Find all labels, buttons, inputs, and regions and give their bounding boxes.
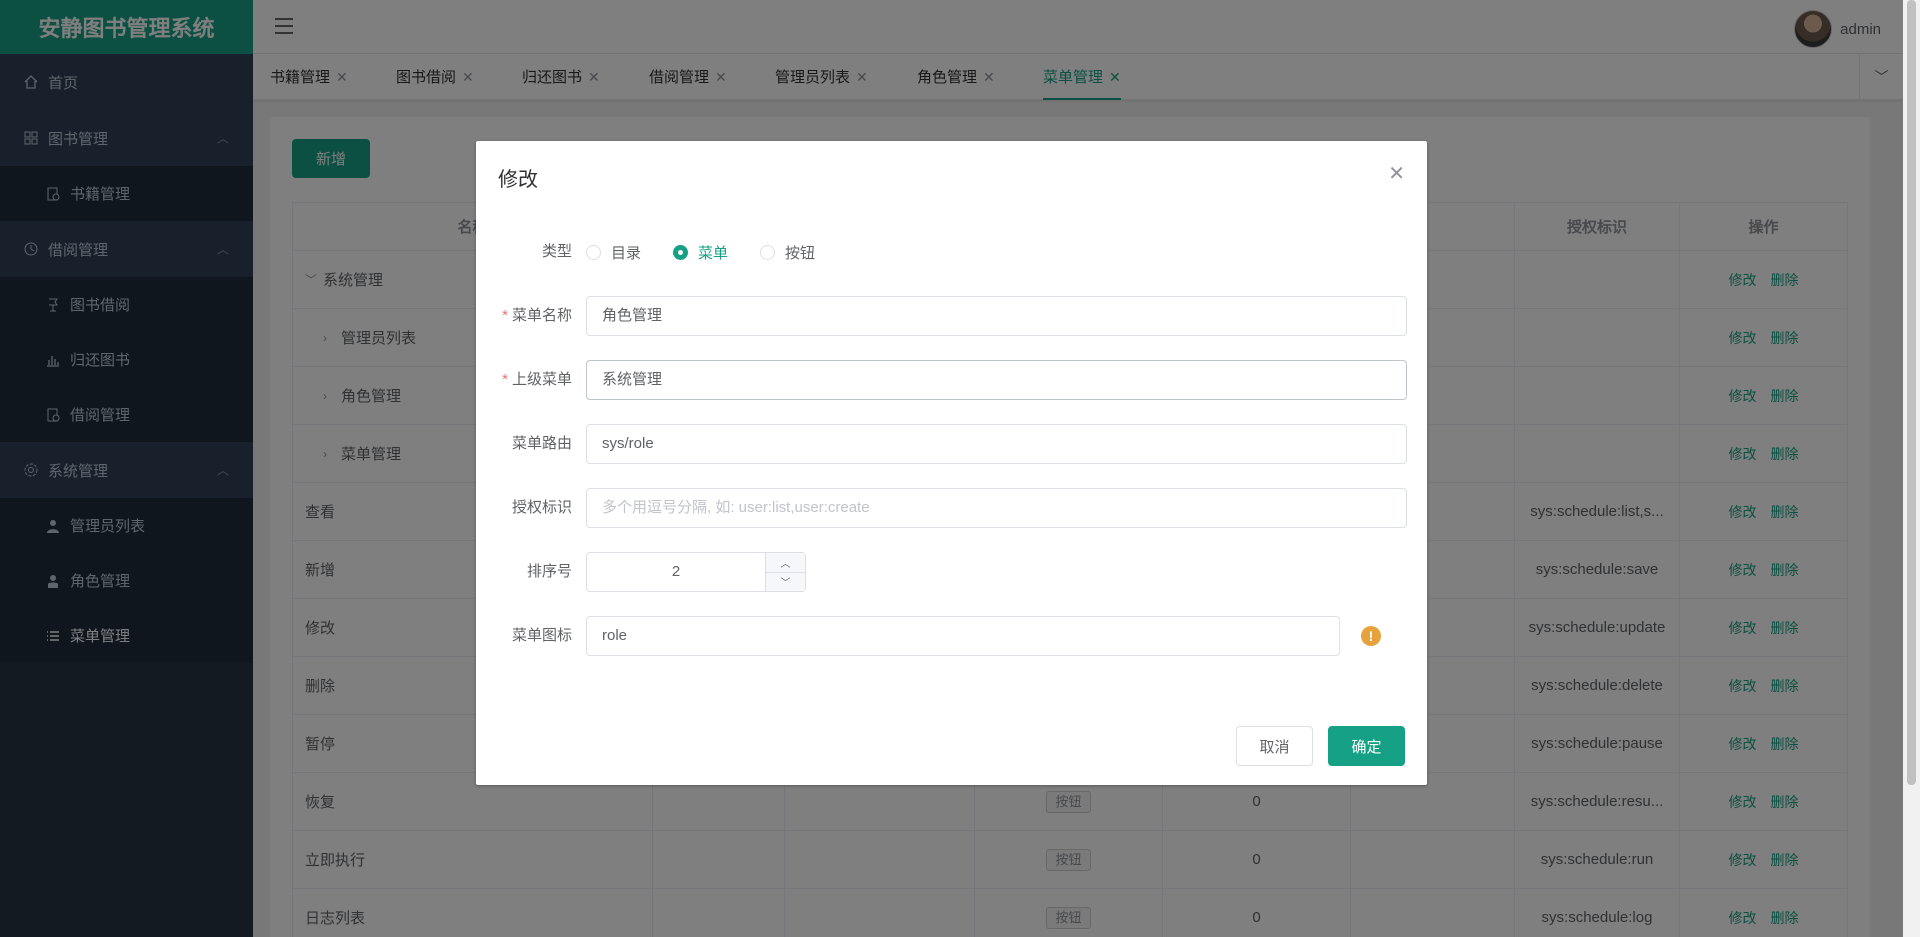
required-marker: * [502, 307, 508, 324]
parent-menu-input[interactable]: 系统管理 [586, 360, 1407, 400]
warning-icon[interactable]: ! [1361, 626, 1381, 646]
radio-menu[interactable]: 菜单 [673, 242, 728, 263]
type-label: 类型 [541, 243, 572, 260]
type-row: 类型 目录 菜单 按钮 [476, 232, 1427, 272]
name-row: * 菜单名称 角色管理 [476, 296, 1427, 336]
name-label: * 菜单名称 [476, 296, 572, 336]
radio-label: 按钮 [785, 244, 816, 262]
edit-dialog: 修改 ✕ 类型 目录 菜单 按钮 * 菜单名称 角色管理 * 上级菜单 系统管理 菜… [476, 141, 1427, 785]
perm-label: 授权标识 [511, 499, 572, 516]
confirm-button[interactable]: 确定 [1328, 726, 1405, 766]
scrollbar-thumb[interactable] [1907, 0, 1916, 785]
order-stepper[interactable]: 2 ︿ ﹀ [586, 552, 806, 592]
menu-icon-input[interactable]: role [586, 616, 1340, 656]
icon-label: 菜单图标 [511, 627, 572, 644]
icon-row: 菜单图标 role ! [476, 616, 1427, 656]
close-icon[interactable]: ✕ [1388, 161, 1405, 186]
route-row: 菜单路由 sys/role [476, 424, 1427, 464]
radio-circle-icon[interactable] [673, 244, 689, 260]
parent-row: * 上级菜单 系统管理 [476, 360, 1427, 400]
label-text: 上级菜单 [511, 371, 572, 388]
radio-label: 菜单 [698, 244, 729, 262]
perm-row: 授权标识 多个用逗号分隔, 如: user:list,user:create [476, 488, 1427, 528]
order-label: 排序号 [526, 563, 572, 580]
order-value[interactable]: 2 [587, 553, 765, 591]
chevron-up-icon[interactable]: ︿ [766, 553, 805, 573]
permission-input[interactable]: 多个用逗号分隔, 如: user:list,user:create [586, 488, 1407, 528]
required-marker: * [502, 371, 508, 388]
chevron-down-icon[interactable]: ﹀ [766, 573, 805, 592]
menu-route-input[interactable]: sys/role [586, 424, 1407, 464]
parent-label: * 上级菜单 [476, 360, 572, 400]
route-label: 菜单路由 [511, 435, 572, 452]
stepper-buttons: ︿ ﹀ [765, 553, 805, 591]
cancel-button[interactable]: 取消 [1236, 726, 1313, 766]
radio-button[interactable]: 按钮 [760, 242, 815, 263]
radio-circle-icon[interactable] [586, 244, 601, 260]
radio-circle-icon[interactable] [760, 244, 776, 260]
radio-directory[interactable]: 目录 [586, 242, 641, 263]
type-radio-group: 目录 菜单 按钮 [586, 232, 815, 272]
label-text: 菜单名称 [511, 307, 572, 324]
radio-label: 目录 [611, 244, 642, 262]
order-row: 排序号 2 ︿ ﹀ [476, 552, 1427, 592]
menu-name-input[interactable]: 角色管理 [586, 296, 1407, 336]
page-scrollbar[interactable] [1903, 0, 1920, 937]
dialog-title: 修改 [498, 169, 538, 191]
